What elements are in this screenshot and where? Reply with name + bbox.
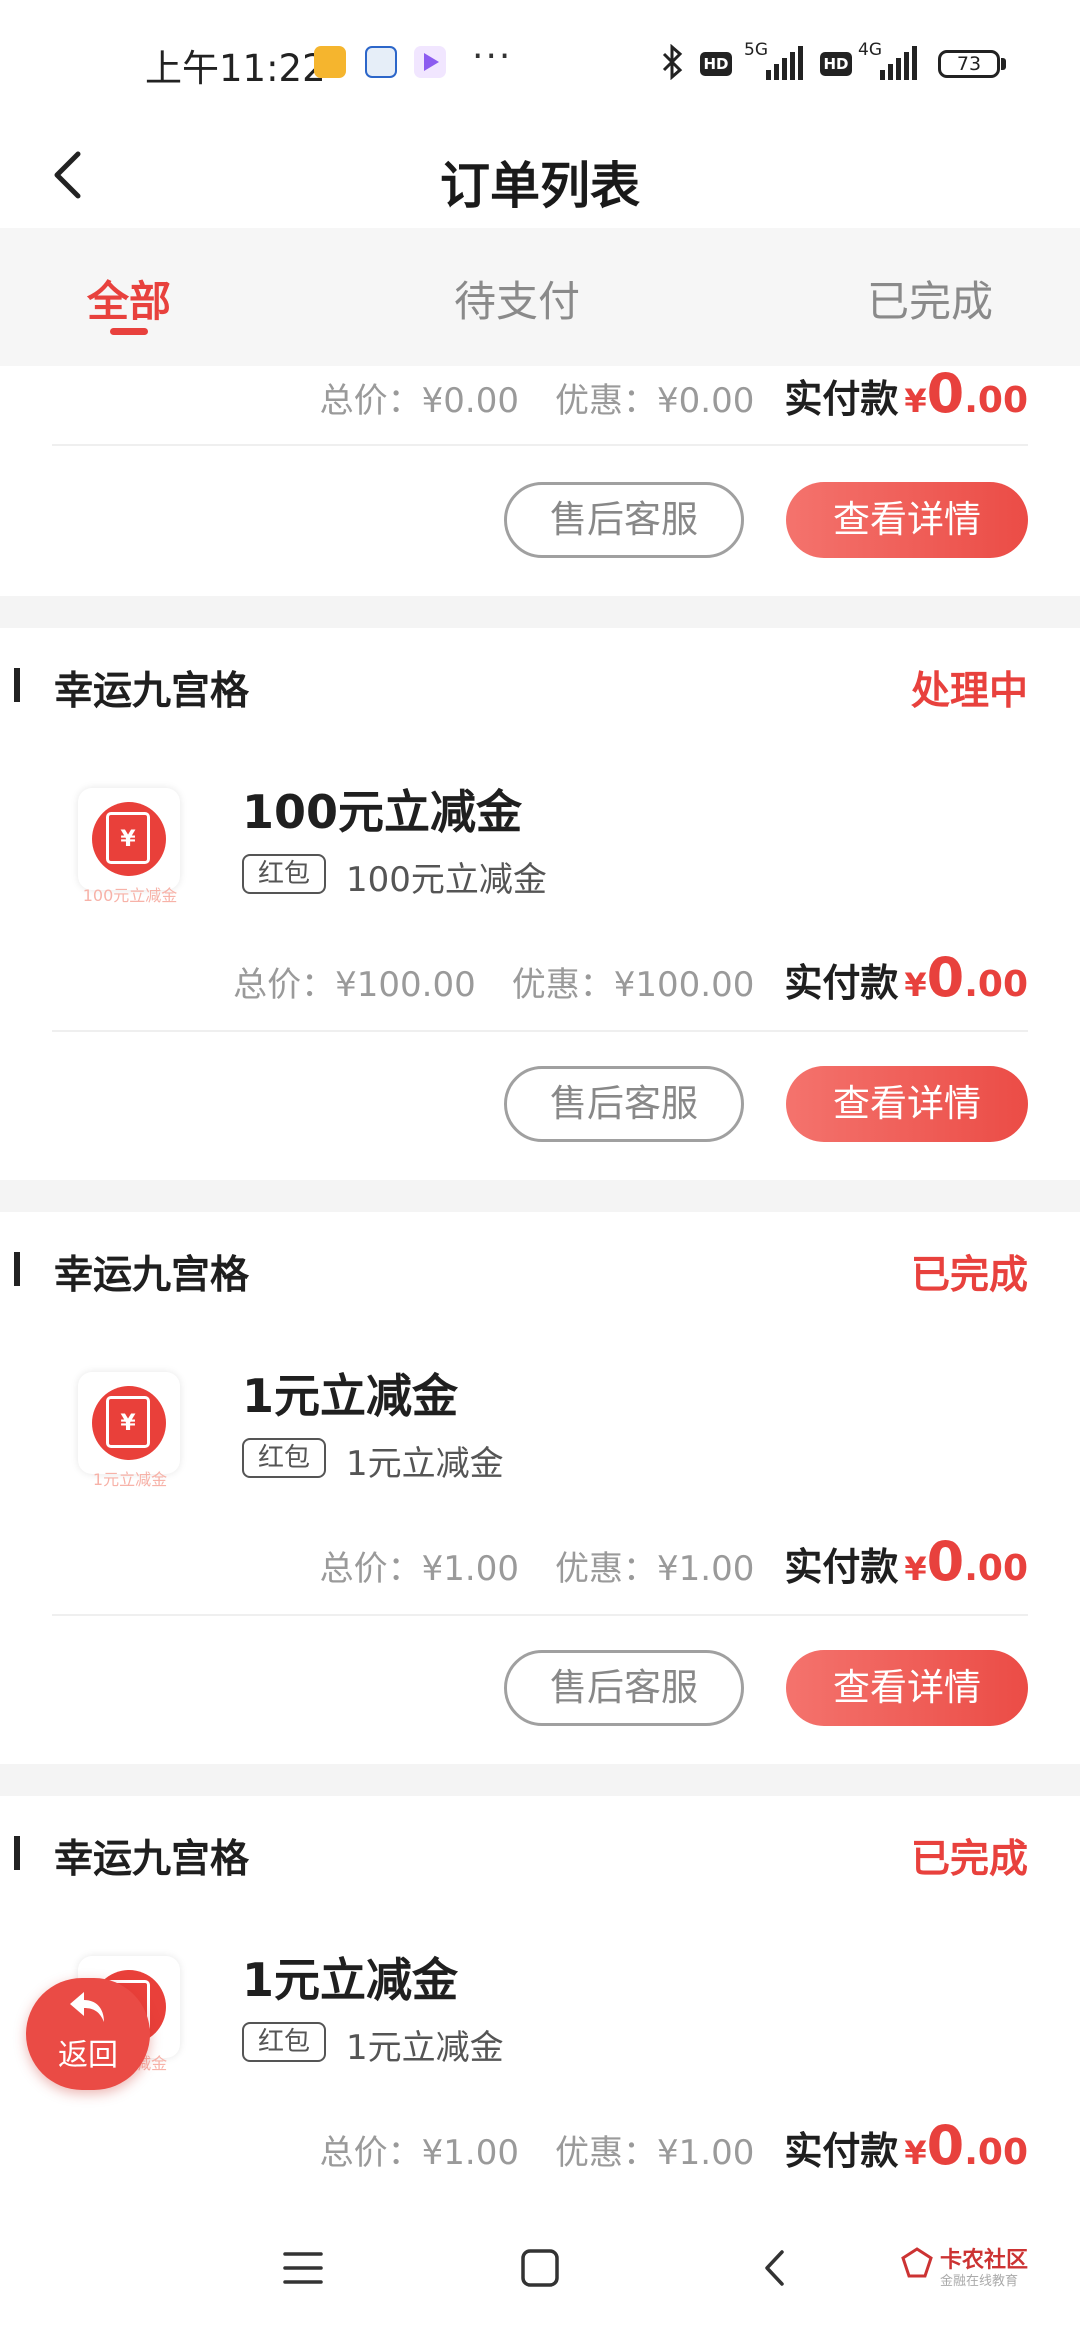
tab-all[interactable]: 全部 xyxy=(19,268,239,329)
signal-icon xyxy=(880,44,917,80)
after-sales-button[interactable]: 售后客服 xyxy=(504,1650,744,1726)
order-card: 总价： ¥0.00 优惠： ¥0.00 实付款 ¥ 0 .00 售后客服 查看详… xyxy=(0,366,1080,596)
more-notifications-icon: ··· xyxy=(472,36,513,77)
product-title: 1元立减金 xyxy=(242,1369,459,1423)
view-detail-button[interactable]: 查看详情 xyxy=(786,1066,1028,1142)
after-sales-button[interactable]: 售后客服 xyxy=(504,482,744,558)
tab-pending-payment[interactable]: 待支付 xyxy=(407,268,627,329)
red-packet-tag: 红包 xyxy=(242,854,326,894)
price-row: 总价： ¥100.00 优惠： ¥100.00 实付款 ¥ 0 .00 xyxy=(233,946,1028,1009)
active-tab-indicator xyxy=(110,328,148,335)
battery-tip xyxy=(1001,58,1006,70)
divider xyxy=(52,1030,1028,1032)
return-label: 返回 xyxy=(58,2038,118,2073)
thumbnail-caption: 100元立减金 xyxy=(82,886,178,905)
browser-app-icon xyxy=(365,46,397,78)
bluetooth-icon xyxy=(660,43,686,84)
product-subtitle: 1元立减金 xyxy=(346,1444,504,1484)
messages-app-icon xyxy=(314,46,346,78)
clock: 上午11:22 xyxy=(145,47,326,90)
watermark-slogan: 金融在线教育 xyxy=(940,2274,1019,2289)
system-nav-bar: 卡农社区 金融在线教育 xyxy=(0,2196,1080,2340)
red-envelope-icon: ¥ xyxy=(106,1396,150,1448)
back-nav-icon[interactable] xyxy=(760,2248,790,2292)
product-thumbnail: ¥ xyxy=(78,788,180,890)
product-title: 1元立减金 xyxy=(242,1953,459,2007)
order-card[interactable]: 幸运九宫格 已完成 ¥ 1元立减金 1元立减金 红包 1元立减金 总价： ¥1.… xyxy=(0,1796,1080,2196)
tab-completed[interactable]: 已完成 xyxy=(820,268,1040,329)
section-marker xyxy=(14,1252,20,1286)
red-envelope-icon: ¥ xyxy=(106,812,150,864)
video-app-icon xyxy=(414,46,446,78)
price-row: 总价： ¥1.00 优惠： ¥1.00 实付款 ¥ 0 .00 xyxy=(319,2114,1028,2177)
shop-name: 幸运九宫格 xyxy=(54,1837,250,1882)
product-title: 100元立减金 xyxy=(242,785,523,839)
product-subtitle: 100元立减金 xyxy=(346,860,547,900)
view-detail-button[interactable]: 查看详情 xyxy=(786,1650,1028,1726)
price-row: 总价： ¥0.00 优惠： ¥0.00 实付款 ¥ 0 .00 xyxy=(319,366,1028,425)
network-5g-label: 5G xyxy=(744,40,768,60)
order-status: 处理中 xyxy=(910,669,1028,714)
section-marker xyxy=(14,1836,20,1870)
title-bar: 订单列表 xyxy=(0,120,1080,228)
divider xyxy=(52,444,1028,446)
section-marker xyxy=(14,668,20,702)
red-packet-tag: 红包 xyxy=(242,2022,326,2062)
divider xyxy=(52,1614,1028,1616)
order-status: 已完成 xyxy=(910,1253,1028,1298)
thumbnail-caption: 1元立减金 xyxy=(92,1470,168,1489)
page-title: 订单列表 xyxy=(440,157,640,215)
order-list[interactable]: 总价： ¥0.00 优惠： ¥0.00 实付款 ¥ 0 .00 售后客服 查看详… xyxy=(0,366,1080,2196)
hd-badge: HD xyxy=(700,52,732,76)
order-card[interactable]: 幸运九宫格 已完成 ¥ 1元立减金 1元立减金 红包 1元立减金 总价： ¥1.… xyxy=(0,1212,1080,1764)
price-row: 总价： ¥1.00 优惠： ¥1.00 实付款 ¥ 0 .00 xyxy=(319,1530,1028,1593)
order-card[interactable]: 幸运九宫格 处理中 ¥ 100元立减金 100元立减金 红包 100元立减金 总… xyxy=(0,628,1080,1180)
signal-icon xyxy=(766,44,803,80)
menu-icon[interactable] xyxy=(282,2248,324,2292)
return-button[interactable]: 返回 xyxy=(26,1978,150,2090)
network-4g-label: 4G xyxy=(858,40,882,60)
hd-badge: HD xyxy=(820,52,852,76)
product-subtitle: 1元立减金 xyxy=(346,2028,504,2068)
battery-icon: 73 xyxy=(938,50,1000,78)
order-status: 已完成 xyxy=(910,1837,1028,1882)
after-sales-button[interactable]: 售后客服 xyxy=(504,1066,744,1142)
shop-name: 幸运九宫格 xyxy=(54,1253,250,1298)
return-arrow-icon xyxy=(66,1988,110,2028)
product-thumbnail: ¥ xyxy=(78,1372,180,1474)
red-packet-tag: 红包 xyxy=(242,1438,326,1478)
status-bar: 上午11:22 ··· HD 5G HD 4G 73 xyxy=(0,0,1080,120)
home-icon[interactable] xyxy=(520,2248,560,2292)
watermark-logo-icon xyxy=(900,2246,934,2280)
shop-name: 幸运九宫格 xyxy=(54,669,250,714)
view-detail-button[interactable]: 查看详情 xyxy=(786,482,1028,558)
tab-bar: 全部 待支付 已完成 xyxy=(0,228,1080,366)
